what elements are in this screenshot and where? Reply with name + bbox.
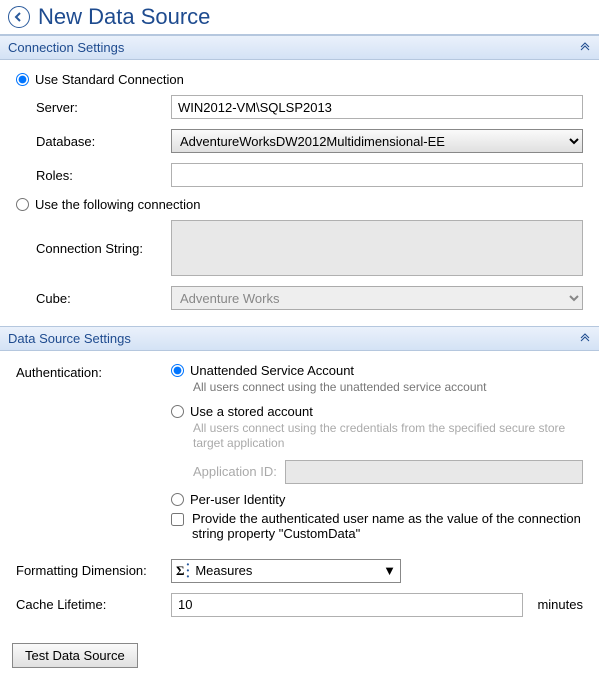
use-standard-radio[interactable] [16,73,29,86]
database-select[interactable]: AdventureWorksDW2012Multidimensional-EE [171,129,583,153]
formatting-dim-select[interactable]: Σ ••• Measures ▼ [171,559,401,583]
unattended-label: Unattended Service Account [190,363,354,378]
test-data-source-button[interactable]: Test Data Source [12,643,138,668]
app-id-label: Application ID: [193,464,277,479]
dots-icon: ••• [187,562,190,580]
back-button[interactable] [8,6,30,28]
chevron-down-icon: ▼ [383,563,396,578]
per-user-radio[interactable] [171,493,184,506]
connection-settings-body: Use Standard Connection Server: Database… [0,60,599,326]
page-header: New Data Source [0,0,599,35]
unattended-radio[interactable] [171,364,184,377]
per-user-label: Per-user Identity [190,492,285,507]
server-label: Server: [16,100,171,115]
cache-units: minutes [537,597,583,612]
cube-select: Adventure Works [171,286,583,310]
cache-lifetime-input[interactable] [171,593,523,617]
roles-label: Roles: [16,168,171,183]
database-label: Database: [16,134,171,149]
conn-string-label: Connection String: [16,241,171,256]
authentication-label: Authentication: [16,363,171,380]
formatting-dim-label: Formatting Dimension: [16,563,171,578]
unattended-desc: All users connect using the unattended s… [193,380,583,396]
data-source-settings-header[interactable]: Data Source Settings [0,326,599,351]
page-title: New Data Source [38,4,210,30]
section-title: Connection Settings [8,40,124,55]
roles-input[interactable] [171,163,583,187]
conn-string-input [171,220,583,276]
collapse-icon [579,40,591,55]
sigma-icon: Σ [176,563,185,579]
customdata-checkbox[interactable] [171,513,184,526]
connection-settings-header[interactable]: Connection Settings [0,35,599,60]
collapse-icon [579,331,591,346]
cube-label: Cube: [16,291,171,306]
cache-lifetime-label: Cache Lifetime: [16,597,171,612]
server-input[interactable] [171,95,583,119]
customdata-label: Provide the authenticated user name as t… [192,511,583,541]
stored-desc: All users connect using the credentials … [193,421,583,452]
section-title: Data Source Settings [8,331,131,346]
back-arrow-icon [13,11,25,23]
use-standard-label: Use Standard Connection [35,72,184,87]
use-following-radio[interactable] [16,198,29,211]
app-id-input [285,460,583,484]
stored-label: Use a stored account [190,404,313,419]
formatting-dim-value: Measures [195,563,252,578]
data-source-settings-body: Authentication: Unattended Service Accou… [0,351,599,633]
use-following-label: Use the following connection [35,197,201,212]
stored-radio[interactable] [171,405,184,418]
